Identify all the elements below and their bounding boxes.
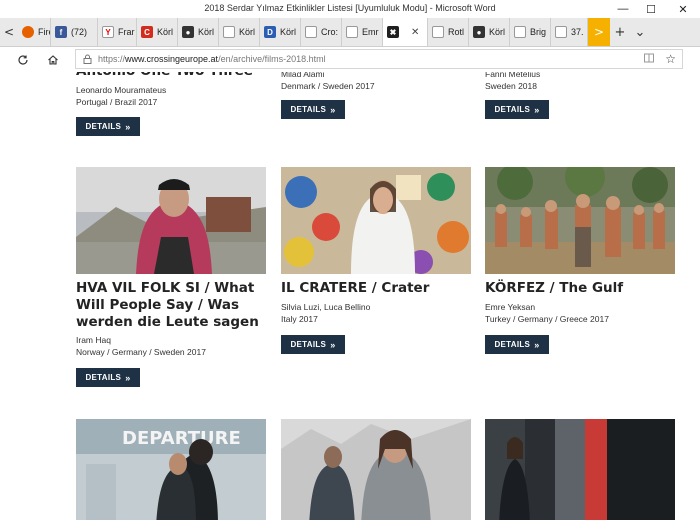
film-title[interactable]: Antonio One Two Three xyxy=(76,72,271,80)
url-host: www.crossingeurope.at xyxy=(125,54,219,64)
film-director: Fanni Metelius xyxy=(485,72,541,79)
film-still-image[interactable] xyxy=(76,167,266,274)
details-button[interactable]: DETAILS» xyxy=(76,117,140,136)
close-tab-icon[interactable]: ✕ xyxy=(411,27,419,38)
reader-view-icon[interactable] xyxy=(644,53,654,66)
yandex-icon: Y xyxy=(102,26,114,38)
browser-tab[interactable]: Y Frar xyxy=(98,18,137,46)
tab-label: Fire xyxy=(38,27,50,37)
details-button[interactable]: DETAILS» xyxy=(76,368,140,387)
navigation-bar: https:// www.crossingeurope.at /en/archi… xyxy=(0,47,700,73)
maximize-button[interactable]: ☐ xyxy=(640,0,662,18)
tab-scroll-right-button[interactable]: > xyxy=(588,18,610,46)
film-title[interactable]: HVA VIL FOLK SI / What Will People Say /… xyxy=(76,280,271,331)
tab-label: Körl xyxy=(157,27,174,37)
details-button[interactable]: DETAILS» xyxy=(485,100,549,119)
tab-label: Körl xyxy=(198,27,215,37)
page-icon xyxy=(555,26,567,38)
browser-tab[interactable]: C Körl xyxy=(137,18,178,46)
film-still-image[interactable] xyxy=(485,419,675,520)
details-button[interactable]: DETAILS» xyxy=(485,335,549,354)
tab-label: Rotl xyxy=(448,27,465,37)
film-still-image[interactable] xyxy=(485,167,675,274)
page-icon xyxy=(223,26,235,38)
details-button[interactable]: DETAILS» xyxy=(281,100,345,119)
browser-tab[interactable]: Brig xyxy=(510,18,551,46)
home-icon[interactable] xyxy=(44,51,62,69)
tab-label: Körl xyxy=(239,27,256,37)
page-icon xyxy=(305,26,317,38)
address-bar[interactable]: https:// www.crossingeurope.at /en/archi… xyxy=(75,49,683,69)
tab-label: Körl xyxy=(280,27,297,37)
url-scheme: https:// xyxy=(98,54,126,64)
tab-list-menu-button[interactable]: ⌄ xyxy=(630,18,650,46)
firefox-icon xyxy=(22,26,34,38)
film-country-year: Denmark / Sweden 2017 xyxy=(281,81,375,91)
tab-label: (72) xyxy=(71,27,88,37)
film-director: Emre Yeksan xyxy=(485,302,536,312)
url-path: /en/archive/films-2018.html xyxy=(218,54,326,64)
browser-tab[interactable]: Cro: xyxy=(301,18,342,46)
film-director: Iram Haq xyxy=(76,335,111,345)
tab-label: Körl xyxy=(489,27,506,37)
browser-tab[interactable]: f (72) xyxy=(51,18,98,46)
film-director: Milad Alami xyxy=(281,72,325,79)
browser-tab[interactable]: ● Körl xyxy=(178,18,219,46)
page-icon xyxy=(514,26,526,38)
film-title[interactable]: KÖRFEZ / The Gulf xyxy=(485,280,680,297)
tab-label: Emr xyxy=(362,27,379,37)
browser-tab[interactable]: ✖ ✕ xyxy=(383,18,428,46)
film-director: Leonardo Mouramateus xyxy=(76,85,167,95)
window-title: 2018 Serdar Yılmaz Etkinlikler Listesi [… xyxy=(204,3,496,13)
tab-label: Cro: xyxy=(321,27,339,37)
crossing-europe-icon: ✖ xyxy=(387,26,399,38)
film-still-image[interactable] xyxy=(281,419,471,520)
c-logo-icon: C xyxy=(141,26,153,38)
window-title-bar: 2018 Serdar Yılmaz Etkinlikler Listesi [… xyxy=(0,0,700,18)
tab-scroll-left-button[interactable]: < xyxy=(0,18,18,46)
details-button[interactable]: DETAILS» xyxy=(281,335,345,354)
new-tab-button[interactable]: + xyxy=(610,18,630,46)
tab-label: Frar xyxy=(118,27,135,37)
reload-icon[interactable] xyxy=(14,51,32,69)
tab-list: Firef (72) Y Frar C Körl ● Körl Körl D Körl Cro: Emr… xyxy=(18,18,588,46)
page-icon xyxy=(432,26,444,38)
lock-icon xyxy=(76,54,98,64)
github-icon: ● xyxy=(182,26,194,38)
departure-sign: DEPARTURE xyxy=(122,428,241,449)
tab-label: Brig xyxy=(530,27,547,37)
tab-strip: < Firef (72) Y Frar C Körl ● Körl Körl D Körl Cro: E… xyxy=(0,18,700,47)
tab-label: 37. xyxy=(571,27,584,37)
browser-tab[interactable]: ● Körl xyxy=(469,18,510,46)
close-window-button[interactable]: ✕ xyxy=(672,0,694,18)
facebook-icon: f xyxy=(55,26,67,38)
film-country-year: Italy 2017 xyxy=(281,314,318,324)
film-country-year: Portugal / Brazil 2017 xyxy=(76,97,158,107)
film-country-year: Norway / Germany / Sweden 2017 xyxy=(76,347,206,357)
github-icon: ● xyxy=(473,26,485,38)
browser-tab[interactable]: D Körl xyxy=(260,18,301,46)
film-still-image[interactable]: DEPARTURE xyxy=(76,419,266,520)
browser-tab[interactable]: Emr xyxy=(342,18,383,46)
browser-tab[interactable]: Rotl xyxy=(428,18,469,46)
page-icon xyxy=(346,26,358,38)
browser-tab[interactable]: Fire xyxy=(18,18,51,46)
browser-tab[interactable]: 37. xyxy=(551,18,588,46)
film-title[interactable]: IL CRATERE / Crater xyxy=(281,280,476,297)
film-still-image[interactable] xyxy=(281,167,471,274)
browser-tab[interactable]: Körl xyxy=(219,18,260,46)
minimize-button[interactable]: — xyxy=(612,0,634,18)
film-archive-page: Antonio One Two Three Leonardo Mouramate… xyxy=(0,72,700,520)
film-country-year: Turkey / Germany / Greece 2017 xyxy=(485,314,609,324)
film-country-year: Sweden 2018 xyxy=(485,81,537,91)
bookmark-star-icon[interactable]: ☆ xyxy=(665,52,676,66)
d-logo-icon: D xyxy=(264,26,276,38)
film-director: Silvia Luzi, Luca Bellino xyxy=(281,302,371,312)
